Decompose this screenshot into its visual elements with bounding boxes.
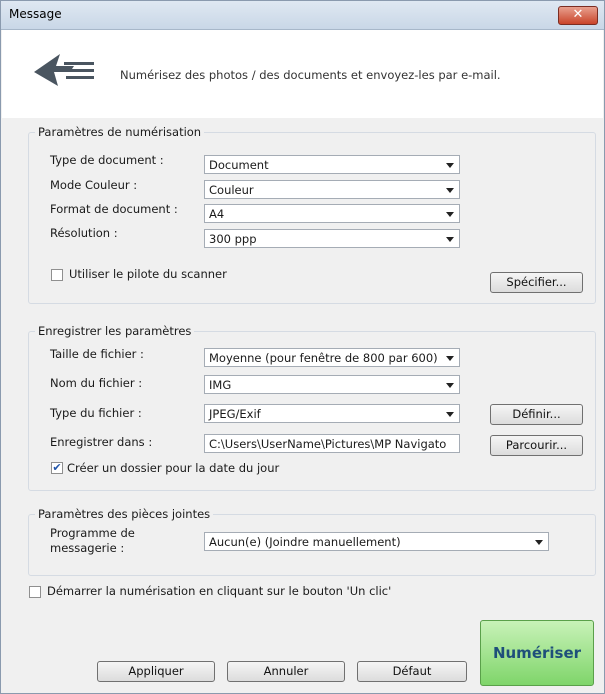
chevron-down-icon bbox=[446, 383, 454, 388]
close-button[interactable]: ✕ bbox=[558, 6, 598, 25]
scan-settings-title: Paramètres de numérisation bbox=[35, 125, 205, 139]
chevron-down-icon bbox=[446, 163, 454, 168]
save-settings-title: Enregistrer les paramètres bbox=[35, 324, 195, 338]
chevron-down-icon bbox=[446, 356, 454, 361]
resolution-select[interactable]: 300 ppp bbox=[204, 229, 460, 248]
save-in-field[interactable]: C:\Users\UserName\Pictures\MP Navigato bbox=[204, 434, 460, 453]
document-type-select[interactable]: Document bbox=[204, 155, 460, 174]
use-driver-label: Utiliser le pilote du scanner bbox=[69, 267, 227, 281]
resolution-value: 300 ppp bbox=[209, 232, 257, 246]
scan-mail-icon bbox=[34, 54, 94, 86]
mail-program-value: Aucun(e) (Joindre manuellement) bbox=[209, 535, 401, 549]
document-size-label: Format de document : bbox=[50, 202, 178, 216]
file-type-label: Type du fichier : bbox=[50, 406, 142, 420]
chevron-down-icon bbox=[446, 412, 454, 417]
file-name-value: IMG bbox=[209, 378, 232, 392]
create-folder-checkbox[interactable]: ✔ bbox=[51, 462, 63, 474]
file-name-label: Nom du fichier : bbox=[50, 376, 143, 390]
apply-button[interactable]: Appliquer bbox=[97, 661, 215, 682]
save-in-value: C:\Users\UserName\Pictures\MP Navigato bbox=[209, 437, 447, 451]
header-description: Numérisez des photos / des documents et … bbox=[120, 68, 501, 82]
define-button[interactable]: Définir... bbox=[490, 404, 583, 425]
chevron-down-icon bbox=[446, 188, 454, 193]
file-size-label: Taille de fichier : bbox=[50, 347, 144, 361]
mail-program-label-line2: messagerie : bbox=[50, 541, 125, 555]
use-driver-checkbox[interactable] bbox=[51, 269, 63, 281]
browse-button[interactable]: Parcourir... bbox=[490, 435, 583, 456]
file-type-value: JPEG/Exif bbox=[209, 407, 261, 421]
resolution-label: Résolution : bbox=[50, 226, 118, 240]
title-bar: Message ✕ bbox=[1, 1, 604, 30]
save-in-label: Enregistrer dans : bbox=[50, 435, 153, 449]
scan-button[interactable]: Numériser bbox=[480, 620, 594, 686]
cancel-button[interactable]: Annuler bbox=[227, 661, 345, 682]
specify-button[interactable]: Spécifier... bbox=[490, 272, 583, 293]
create-folder-label: Créer un dossier pour la date du jour bbox=[67, 461, 280, 475]
color-mode-label: Mode Couleur : bbox=[50, 178, 138, 192]
default-button[interactable]: Défaut bbox=[357, 661, 467, 682]
chevron-down-icon bbox=[535, 540, 543, 545]
file-size-select[interactable]: Moyenne (pour fenêtre de 800 par 600) bbox=[204, 348, 460, 367]
color-mode-select[interactable]: Couleur bbox=[204, 180, 460, 199]
document-type-value: Document bbox=[209, 158, 269, 172]
one-click-checkbox[interactable] bbox=[29, 586, 41, 598]
file-name-combo[interactable]: IMG bbox=[204, 375, 460, 394]
mail-program-select[interactable]: Aucun(e) (Joindre manuellement) bbox=[204, 532, 549, 551]
file-type-select[interactable]: JPEG/Exif bbox=[204, 404, 460, 423]
mail-program-label-line1: Programme de bbox=[50, 526, 135, 540]
chevron-down-icon bbox=[446, 212, 454, 217]
document-size-select[interactable]: A4 bbox=[204, 204, 460, 223]
header-area: Numérisez des photos / des documents et … bbox=[2, 30, 603, 118]
color-mode-value: Couleur bbox=[209, 183, 254, 197]
document-size-value: A4 bbox=[209, 207, 225, 221]
attachment-settings-title: Paramètres des pièces jointes bbox=[35, 507, 214, 521]
file-size-value: Moyenne (pour fenêtre de 800 par 600) bbox=[209, 351, 438, 365]
window-title: Message bbox=[9, 7, 62, 21]
one-click-label: Démarrer la numérisation en cliquant sur… bbox=[47, 584, 392, 598]
document-type-label: Type de document : bbox=[50, 153, 164, 167]
chevron-down-icon bbox=[446, 237, 454, 242]
message-dialog: Message ✕ Numérisez des photos / des doc… bbox=[0, 0, 605, 694]
